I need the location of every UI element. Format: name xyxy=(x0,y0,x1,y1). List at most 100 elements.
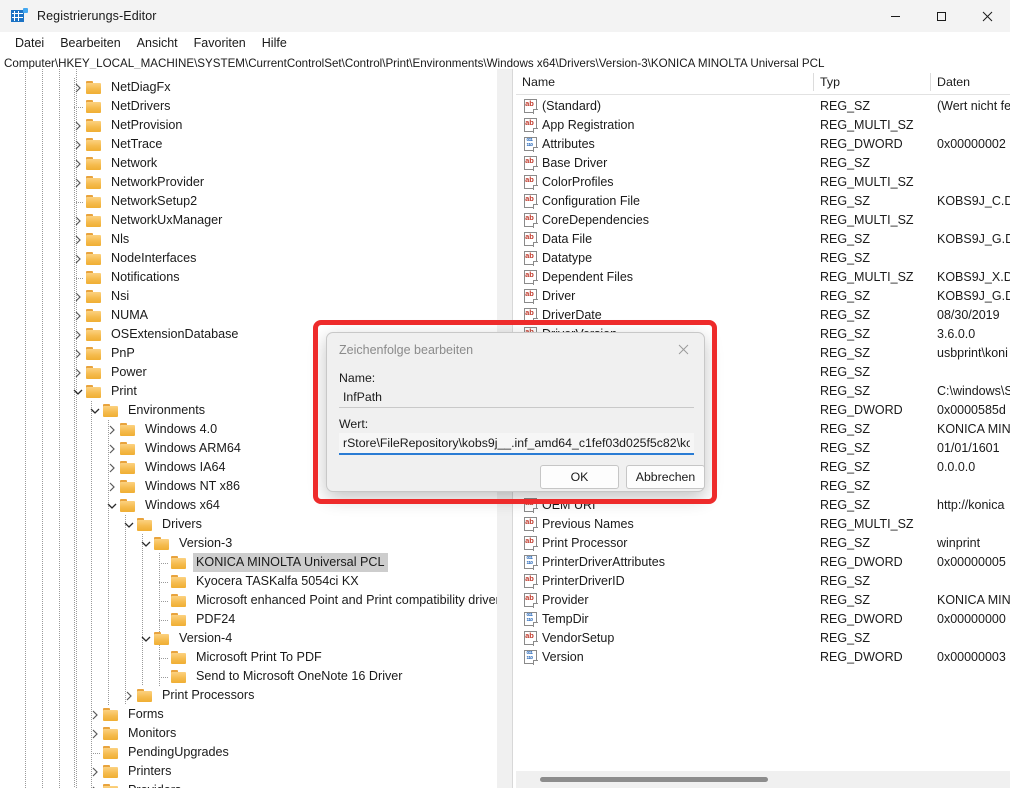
chevron-right-icon[interactable] xyxy=(70,344,86,363)
chevron-right-icon[interactable] xyxy=(70,287,86,306)
tree-item[interactable]: Printers xyxy=(87,762,174,781)
menu-datei[interactable]: Datei xyxy=(7,34,52,52)
table-row[interactable]: ab Driver REG_SZ KOBS9J_G.DLL xyxy=(516,287,1010,306)
tree-item[interactable]: Windows ARM64 xyxy=(104,439,244,458)
chevron-right-icon[interactable] xyxy=(104,477,120,496)
chevron-right-icon[interactable] xyxy=(104,420,120,439)
table-row[interactable]: 011110 Version REG_DWORD 0x00000003 (3 xyxy=(516,648,1010,667)
table-row[interactable]: ab Print Processor REG_SZ winprint xyxy=(516,534,1010,553)
chevron-right-icon[interactable] xyxy=(70,363,86,382)
tree-item[interactable]: NetProvision xyxy=(70,116,185,135)
table-row[interactable]: ab VendorSetup REG_SZ xyxy=(516,629,1010,648)
close-button[interactable] xyxy=(964,0,1010,32)
table-row[interactable]: ab DriverDate REG_SZ 08/30/2019 xyxy=(516,306,1010,325)
chevron-down-icon[interactable] xyxy=(104,496,120,515)
tree-item[interactable]: NetworkSetup2 xyxy=(70,192,200,211)
table-row[interactable]: ab Provider REG_SZ KONICA MIN xyxy=(516,591,1010,610)
chevron-right-icon[interactable] xyxy=(121,686,137,705)
column-header-name[interactable]: Name xyxy=(516,69,813,95)
table-row[interactable]: ab Dependent Files REG_MULTI_SZ KOBS9J_X.DL… xyxy=(516,268,1010,287)
chevron-right-icon[interactable] xyxy=(70,135,86,154)
table-row[interactable]: 011110 TempDir REG_DWORD 0x00000000 (0 xyxy=(516,610,1010,629)
tree-item[interactable]: Microsoft enhanced Point and Print compa… xyxy=(155,591,497,610)
table-row[interactable]: ab Datatype REG_SZ xyxy=(516,249,1010,268)
tree-item[interactable]: Print xyxy=(70,382,140,401)
table-row[interactable]: ab CoreDependencies REG_MULTI_SZ xyxy=(516,211,1010,230)
table-row[interactable]: ab Data File REG_SZ KOBS9J_G.DLL xyxy=(516,230,1010,249)
tree-item[interactable]: OSExtensionDatabase xyxy=(70,325,241,344)
tree-item[interactable]: NetDiagFx xyxy=(70,78,174,97)
name-input[interactable] xyxy=(339,387,694,408)
chevron-right-icon[interactable] xyxy=(70,306,86,325)
tree-item[interactable]: Windows IA64 xyxy=(104,458,229,477)
chevron-right-icon[interactable] xyxy=(87,762,103,781)
column-header-typ[interactable]: Typ xyxy=(814,69,930,95)
chevron-right-icon[interactable] xyxy=(87,724,103,743)
tree-item[interactable]: Send to Microsoft OneNote 16 Driver xyxy=(155,667,406,686)
chevron-right-icon[interactable] xyxy=(70,116,86,135)
tree-item[interactable]: Notifications xyxy=(70,268,183,287)
tree-item[interactable]: PendingUpgrades xyxy=(87,743,232,762)
table-row[interactable]: ab ColorProfiles REG_MULTI_SZ xyxy=(516,173,1010,192)
tree-item[interactable]: Windows NT x86 xyxy=(104,477,243,496)
tree-item[interactable]: Nls xyxy=(70,230,132,249)
tree-item[interactable]: NetDrivers xyxy=(70,97,173,116)
tree-item[interactable]: Print Processors xyxy=(121,686,257,705)
chevron-down-icon[interactable] xyxy=(70,382,86,401)
menu-bearbeiten[interactable]: Bearbeiten xyxy=(52,34,128,52)
column-header-daten[interactable]: Daten xyxy=(931,69,1010,95)
tree-item[interactable]: NodeInterfaces xyxy=(70,249,199,268)
tree-item[interactable]: PnP xyxy=(70,344,138,363)
tree-item[interactable]: NetworkUxManager xyxy=(70,211,225,230)
cancel-button[interactable]: Abbrechen xyxy=(626,465,705,489)
chevron-right-icon[interactable] xyxy=(70,78,86,97)
tree-item[interactable]: Kyocera TASKalfa 5054ci KX xyxy=(155,572,362,591)
table-row[interactable]: ab PrinterDriverID REG_SZ xyxy=(516,572,1010,591)
chevron-right-icon[interactable] xyxy=(87,781,103,788)
menu-favoriten[interactable]: Favoriten xyxy=(186,34,254,52)
chevron-right-icon[interactable] xyxy=(104,458,120,477)
tree-item[interactable]: Power xyxy=(70,363,150,382)
tree-item[interactable]: NetworkProvider xyxy=(70,173,207,192)
tree-item[interactable]: Microsoft Print To PDF xyxy=(155,648,325,667)
tree-item[interactable]: Monitors xyxy=(87,724,179,743)
chevron-down-icon[interactable] xyxy=(138,629,154,648)
table-row[interactable]: ab OEM URI REG_SZ http://konica xyxy=(516,496,1010,515)
tree-item[interactable]: Drivers xyxy=(121,515,205,534)
chevron-right-icon[interactable] xyxy=(70,230,86,249)
menu-ansicht[interactable]: Ansicht xyxy=(129,34,186,52)
table-row[interactable]: ab App Registration REG_MULTI_SZ xyxy=(516,116,1010,135)
minimize-button[interactable] xyxy=(872,0,918,32)
close-icon[interactable] xyxy=(670,339,696,359)
chevron-right-icon[interactable] xyxy=(70,154,86,173)
chevron-right-icon[interactable] xyxy=(70,249,86,268)
chevron-down-icon[interactable] xyxy=(121,515,137,534)
hscroll-thumb[interactable] xyxy=(540,777,768,782)
maximize-button[interactable] xyxy=(918,0,964,32)
tree-item[interactable]: Network xyxy=(70,154,160,173)
chevron-down-icon[interactable] xyxy=(87,401,103,420)
tree-item[interactable]: Windows x64 xyxy=(104,496,223,515)
table-row[interactable]: ab (Standard) REG_SZ (Wert nicht fe xyxy=(516,97,1010,116)
tree-item[interactable]: NUMA xyxy=(70,306,151,325)
table-row[interactable]: ab Previous Names REG_MULTI_SZ xyxy=(516,515,1010,534)
chevron-right-icon[interactable] xyxy=(70,325,86,344)
chevron-down-icon[interactable] xyxy=(138,534,154,553)
tree-item[interactable]: NetTrace xyxy=(70,135,165,154)
chevron-right-icon[interactable] xyxy=(87,705,103,724)
table-row[interactable]: ab Base Driver REG_SZ xyxy=(516,154,1010,173)
tree-item[interactable]: Forms xyxy=(87,705,167,724)
tree-item[interactable]: Providers xyxy=(87,781,184,788)
tree-item[interactable]: Version-4 xyxy=(138,629,235,648)
chevron-right-icon[interactable] xyxy=(70,211,86,230)
tree-item[interactable]: Version-3 xyxy=(138,534,235,553)
tree-item[interactable]: PDF24 xyxy=(155,610,238,629)
tree-item-selected[interactable]: KONICA MINOLTA Universal PCL xyxy=(155,553,388,572)
chevron-right-icon[interactable] xyxy=(70,173,86,192)
table-row[interactable]: 011110 Attributes REG_DWORD 0x00000002 (2 xyxy=(516,135,1010,154)
table-row[interactable]: 011 110 PrinterDriverAttributes REG_DWORD 0x… xyxy=(516,553,1010,572)
chevron-right-icon[interactable] xyxy=(104,439,120,458)
table-row[interactable]: ab Configuration File REG_SZ KOBS9J_C.DLL xyxy=(516,192,1010,211)
menu-hilfe[interactable]: Hilfe xyxy=(254,34,295,52)
tree-item[interactable]: Environments xyxy=(87,401,208,420)
